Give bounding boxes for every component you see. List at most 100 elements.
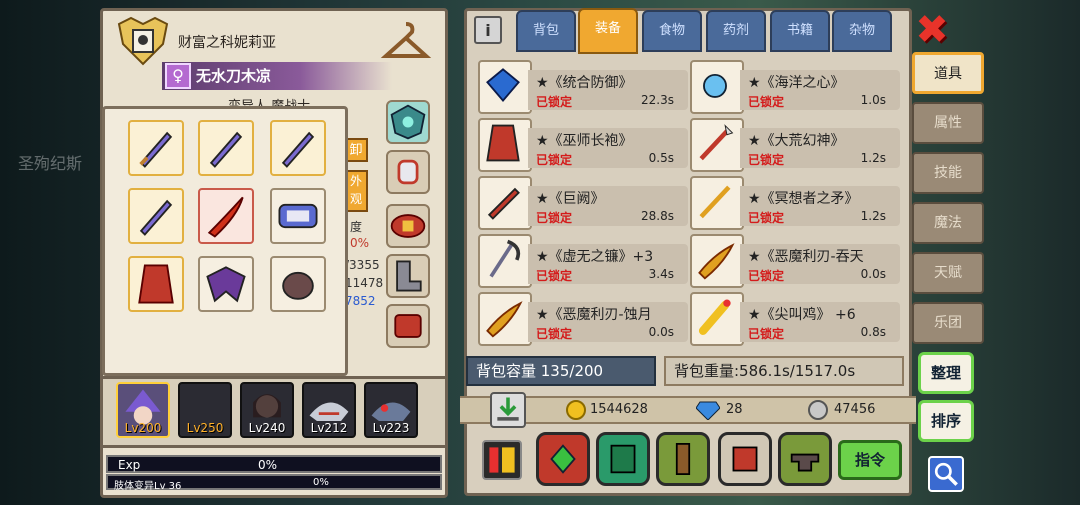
item-name: ★《冥想者之矛》 (748, 191, 859, 207)
party-member[interactable]: Lv212 (302, 382, 356, 438)
tab-misc[interactable]: 杂物 (832, 10, 892, 52)
download-button[interactable] (490, 392, 526, 428)
inventory-item[interactable]: ★《海洋之心》 已锁定 1.0s (690, 60, 900, 114)
item-name: ★《恶魔利刃-吞天 (748, 249, 864, 265)
numbered-list-icon (489, 447, 515, 473)
mutation-value: 0% (313, 477, 329, 488)
flame-blade-icon (207, 196, 244, 238)
item-icon (478, 234, 532, 288)
party-level: Lv250 (186, 421, 224, 435)
skill-anvil-button[interactable] (778, 432, 832, 486)
equip-slot-sword[interactable] (198, 120, 254, 176)
demon-blade-icon (486, 301, 523, 338)
item-weight: 1.2s (860, 151, 886, 165)
boots-slot[interactable] (386, 254, 430, 298)
tab-food[interactable]: 食物 (642, 10, 702, 52)
red-robe-icon (138, 264, 174, 304)
party-member[interactable]: Lv250 (178, 382, 232, 438)
inventory-item[interactable]: ★《尖叫鸡》 +6 已锁定 0.8s (690, 292, 900, 346)
skill-cube-button[interactable] (718, 432, 772, 486)
glove-slot[interactable] (386, 150, 430, 194)
gender-female-icon: ♀ (165, 63, 191, 89)
skill-red-button[interactable] (536, 432, 590, 486)
party-level: Lv240 (248, 421, 286, 435)
equip-slot-robe[interactable] (128, 256, 184, 312)
close-icon[interactable]: ✖ (912, 10, 952, 50)
inventory-item[interactable]: ★《大荒幻神》 已锁定 1.2s (690, 118, 900, 172)
amulet-slot[interactable] (386, 100, 430, 144)
number-sort-button[interactable] (482, 440, 522, 480)
tab-books[interactable]: 书籍 (770, 10, 830, 52)
item-locked: 已锁定 (536, 269, 573, 283)
item-name: ★《统合防御》 (536, 75, 633, 91)
item-name: ★《恶魔利刃-蚀月 (536, 307, 652, 323)
sword-icon (139, 199, 173, 236)
party-member[interactable]: Lv200 (116, 382, 170, 438)
anvil-icon (790, 453, 820, 472)
item-icon (690, 234, 744, 288)
green-book-icon (610, 444, 636, 474)
equip-slot-sword[interactable] (128, 120, 184, 176)
tab-potion[interactable]: 药剂 (706, 10, 766, 52)
inventory-item[interactable]: ★《统合防御》 已锁定 22.3s (478, 60, 688, 114)
side-tab-band[interactable]: 乐团 (912, 302, 984, 344)
side-tab-talent[interactable]: 天赋 (912, 252, 984, 294)
character-name-ribbon: 无水刀木凉 (162, 62, 392, 90)
item-weight: 0.0s (860, 267, 886, 281)
side-tab-magic[interactable]: 魔法 (912, 202, 984, 244)
item-weight: 1.0s (860, 93, 886, 107)
item-locked: 已锁定 (536, 153, 573, 167)
equip-slot-glove[interactable] (270, 256, 326, 312)
mutation-exp-bar: 肢体变异Lv 36 0% (106, 474, 442, 492)
silver-coin-icon (808, 400, 828, 420)
side-tab-items[interactable]: 道具 (912, 52, 984, 94)
inventory-item[interactable]: ★《恶魔利刃-蚀月 已锁定 0.0s (478, 292, 688, 346)
exp-value: 0% (258, 458, 278, 472)
accessory-slot[interactable] (386, 304, 430, 348)
item-locked: 已锁定 (748, 95, 785, 109)
organize-button[interactable]: 整理 (918, 352, 974, 394)
side-tab-skills[interactable]: 技能 (912, 152, 984, 194)
item-locked: 已锁定 (748, 327, 785, 341)
blue-gem-icon (486, 68, 520, 103)
party-member[interactable]: Lv223 (364, 382, 418, 438)
sort-button[interactable]: 排序 (918, 400, 974, 442)
belt-slot[interactable] (386, 204, 430, 248)
character-name: 无水刀木凉 (196, 67, 272, 85)
sword-icon (139, 131, 173, 168)
demon-wings-icon (206, 266, 246, 303)
item-icon (690, 118, 744, 172)
equip-slot-sword[interactable] (270, 120, 326, 176)
inventory-item[interactable]: ★《巨阙》 已锁定 28.8s (478, 176, 688, 230)
download-icon (497, 397, 519, 421)
item-weight: 3.4s (648, 267, 674, 281)
search-icon (934, 462, 958, 486)
command-button[interactable]: 指令 (838, 440, 902, 480)
great-sword-icon (487, 187, 520, 220)
tab-equipment[interactable]: 装备 (578, 8, 638, 54)
sword-icon (209, 131, 243, 168)
item-weight: 22.3s (641, 93, 674, 107)
inventory-item[interactable]: ★《虚无之镰》+3 已锁定 3.4s (478, 234, 688, 288)
skill-totem-button[interactable] (656, 432, 710, 486)
party-member[interactable]: Lv240 (240, 382, 294, 438)
skill-book-button[interactable] (596, 432, 650, 486)
inventory-item[interactable]: ★《巫师长袍》 已锁定 0.5s (478, 118, 688, 172)
equip-slot-sword[interactable] (128, 188, 184, 244)
wardrobe-hanger-icon[interactable] (380, 20, 432, 64)
item-locked: 已锁定 (536, 211, 573, 225)
item-weight: 0.0s (648, 325, 674, 339)
search-button[interactable] (928, 456, 964, 492)
equip-slot-blade[interactable] (198, 188, 254, 244)
item-weight: 1.2s (860, 209, 886, 223)
equip-slot-cape[interactable] (198, 256, 254, 312)
item-icon (478, 118, 532, 172)
info-button[interactable]: i (474, 16, 502, 44)
equip-slot-belt[interactable] (270, 188, 326, 244)
inventory-item[interactable]: ★《恶魔利刃-吞天 已锁定 0.0s (690, 234, 900, 288)
inventory-item[interactable]: ★《冥想者之矛》 已锁定 1.2s (690, 176, 900, 230)
golden-spear-icon (699, 185, 731, 219)
wizard-robe-icon (486, 124, 520, 162)
tab-backpack[interactable]: 背包 (516, 10, 576, 52)
side-tab-attributes[interactable]: 属性 (912, 102, 984, 144)
